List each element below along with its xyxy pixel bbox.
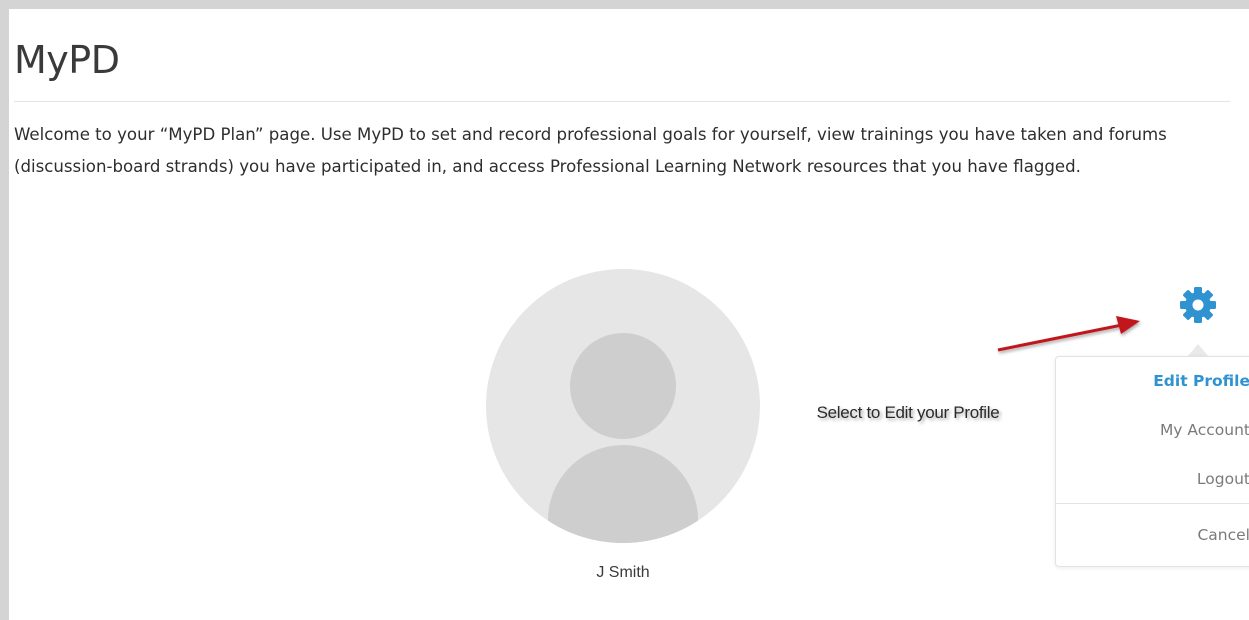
menu-divider <box>1056 503 1249 504</box>
avatar-shoulders <box>548 445 698 543</box>
dropdown-caret <box>1188 344 1208 356</box>
menu-item-edit-profile[interactable]: Edit Profile <box>1153 372 1249 390</box>
settings-dropdown: Edit Profile My Account Logout Cancel <box>1055 356 1249 567</box>
title-divider <box>14 101 1230 102</box>
menu-item-my-account[interactable]: My Account <box>1160 421 1249 439</box>
menu-item-logout[interactable]: Logout <box>1197 470 1249 488</box>
avatar <box>486 269 760 543</box>
intro-text: Welcome to your “MyPD Plan” page. Use My… <box>14 125 1167 176</box>
page-title: MyPD <box>14 38 120 82</box>
annotation-callout: Select to Edit your Profile <box>816 403 1000 422</box>
avatar-head <box>570 333 676 439</box>
gear-icon[interactable] <box>1178 285 1218 325</box>
menu-item-cancel[interactable]: Cancel <box>1197 526 1249 544</box>
window-frame-left <box>0 0 9 620</box>
annotation-arrow <box>997 316 1140 352</box>
user-name: J Smith <box>596 564 650 581</box>
window-frame-top <box>0 0 1249 9</box>
